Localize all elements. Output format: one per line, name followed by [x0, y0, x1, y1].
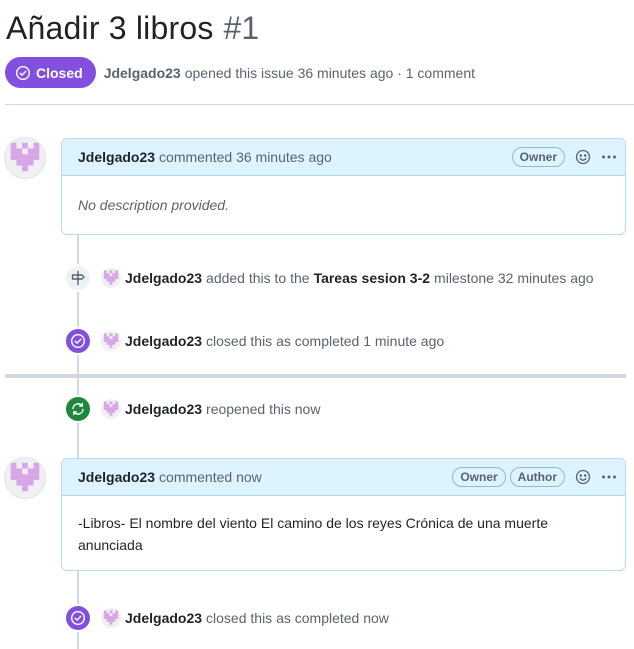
issue-opened-text: opened this issue 36 minutes ago · 1 com… — [184, 64, 475, 81]
event-text: reopened this now — [206, 401, 321, 417]
owner-badge: Owner — [452, 467, 506, 487]
comment-body: -Libros- El nombre del viento El camino … — [78, 515, 549, 553]
comment: Jdelgado23 commented now Owner Author -L… — [61, 458, 626, 571]
comment-author-link[interactable]: Jdelgado23 — [78, 149, 155, 165]
timeline-event-milestone: Jdelgado23 added this to the Tareas sesi… — [64, 264, 594, 292]
mini-avatar[interactable] — [101, 608, 121, 628]
author-badge: Author — [509, 467, 565, 487]
comment-time[interactable]: commented 36 minutes ago — [159, 149, 332, 165]
state-badge: Closed — [5, 57, 96, 88]
avatar[interactable] — [4, 457, 46, 499]
milestone-icon — [64, 264, 92, 292]
event-author-link[interactable]: Jdelgado23 — [125, 333, 202, 349]
issue-author-link[interactable]: Jdelgado23 — [104, 65, 181, 81]
header-divider — [5, 104, 634, 105]
kebab-horizontal-icon[interactable] — [601, 149, 617, 165]
event-text: added this to the — [206, 270, 310, 286]
avatar[interactable] — [4, 137, 46, 179]
sync-icon — [64, 395, 92, 423]
event-author-link[interactable]: Jdelgado23 — [125, 270, 202, 286]
timeline-event-closed: Jdelgado23 closed this as completed 1 mi… — [64, 327, 444, 355]
event-author-link[interactable]: Jdelgado23 — [125, 401, 202, 417]
timeline-break — [5, 374, 626, 378]
comment-time[interactable]: commented now — [159, 469, 262, 485]
comment-author-link[interactable]: Jdelgado23 — [78, 469, 155, 485]
comment-header: Jdelgado23 commented 36 minutes ago Owne… — [62, 139, 625, 176]
smiley-icon[interactable] — [575, 149, 591, 165]
check-circle-icon — [15, 65, 31, 80]
issue-meta: Closed Jdelgado23 opened this issue 36 m… — [5, 57, 475, 88]
smiley-icon[interactable] — [575, 469, 591, 485]
event-author-link[interactable]: Jdelgado23 — [125, 610, 202, 626]
mini-avatar[interactable] — [101, 399, 121, 419]
issue-title: Añadir 3 libros — [6, 10, 214, 46]
identicon — [5, 138, 45, 178]
owner-badge: Owner — [511, 147, 565, 167]
timeline-event-closed: Jdelgado23 closed this as completed now — [64, 604, 389, 632]
check-circle-icon — [64, 327, 92, 355]
mini-avatar[interactable] — [101, 331, 121, 351]
state-label: Closed — [36, 64, 83, 81]
identicon — [5, 458, 45, 498]
event-text: milestone 32 minutes ago — [434, 270, 594, 286]
kebab-horizontal-icon[interactable] — [601, 469, 617, 485]
milestone-link[interactable]: Tareas sesion 3-2 — [314, 270, 430, 286]
mini-avatar[interactable] — [101, 268, 121, 288]
comment-header: Jdelgado23 commented now Owner Author — [62, 459, 625, 496]
event-text: closed this as completed 1 minute ago — [206, 333, 445, 349]
issue-title-row: Añadir 3 libros #1 — [6, 10, 259, 47]
comment: Jdelgado23 commented 36 minutes ago Owne… — [61, 138, 626, 235]
comment-body: No description provided. — [78, 197, 229, 213]
check-circle-icon — [64, 604, 92, 632]
event-text: closed this as completed now — [206, 610, 389, 626]
timeline-event-reopened: Jdelgado23 reopened this now — [64, 395, 320, 423]
issue-number: #1 — [223, 10, 260, 46]
